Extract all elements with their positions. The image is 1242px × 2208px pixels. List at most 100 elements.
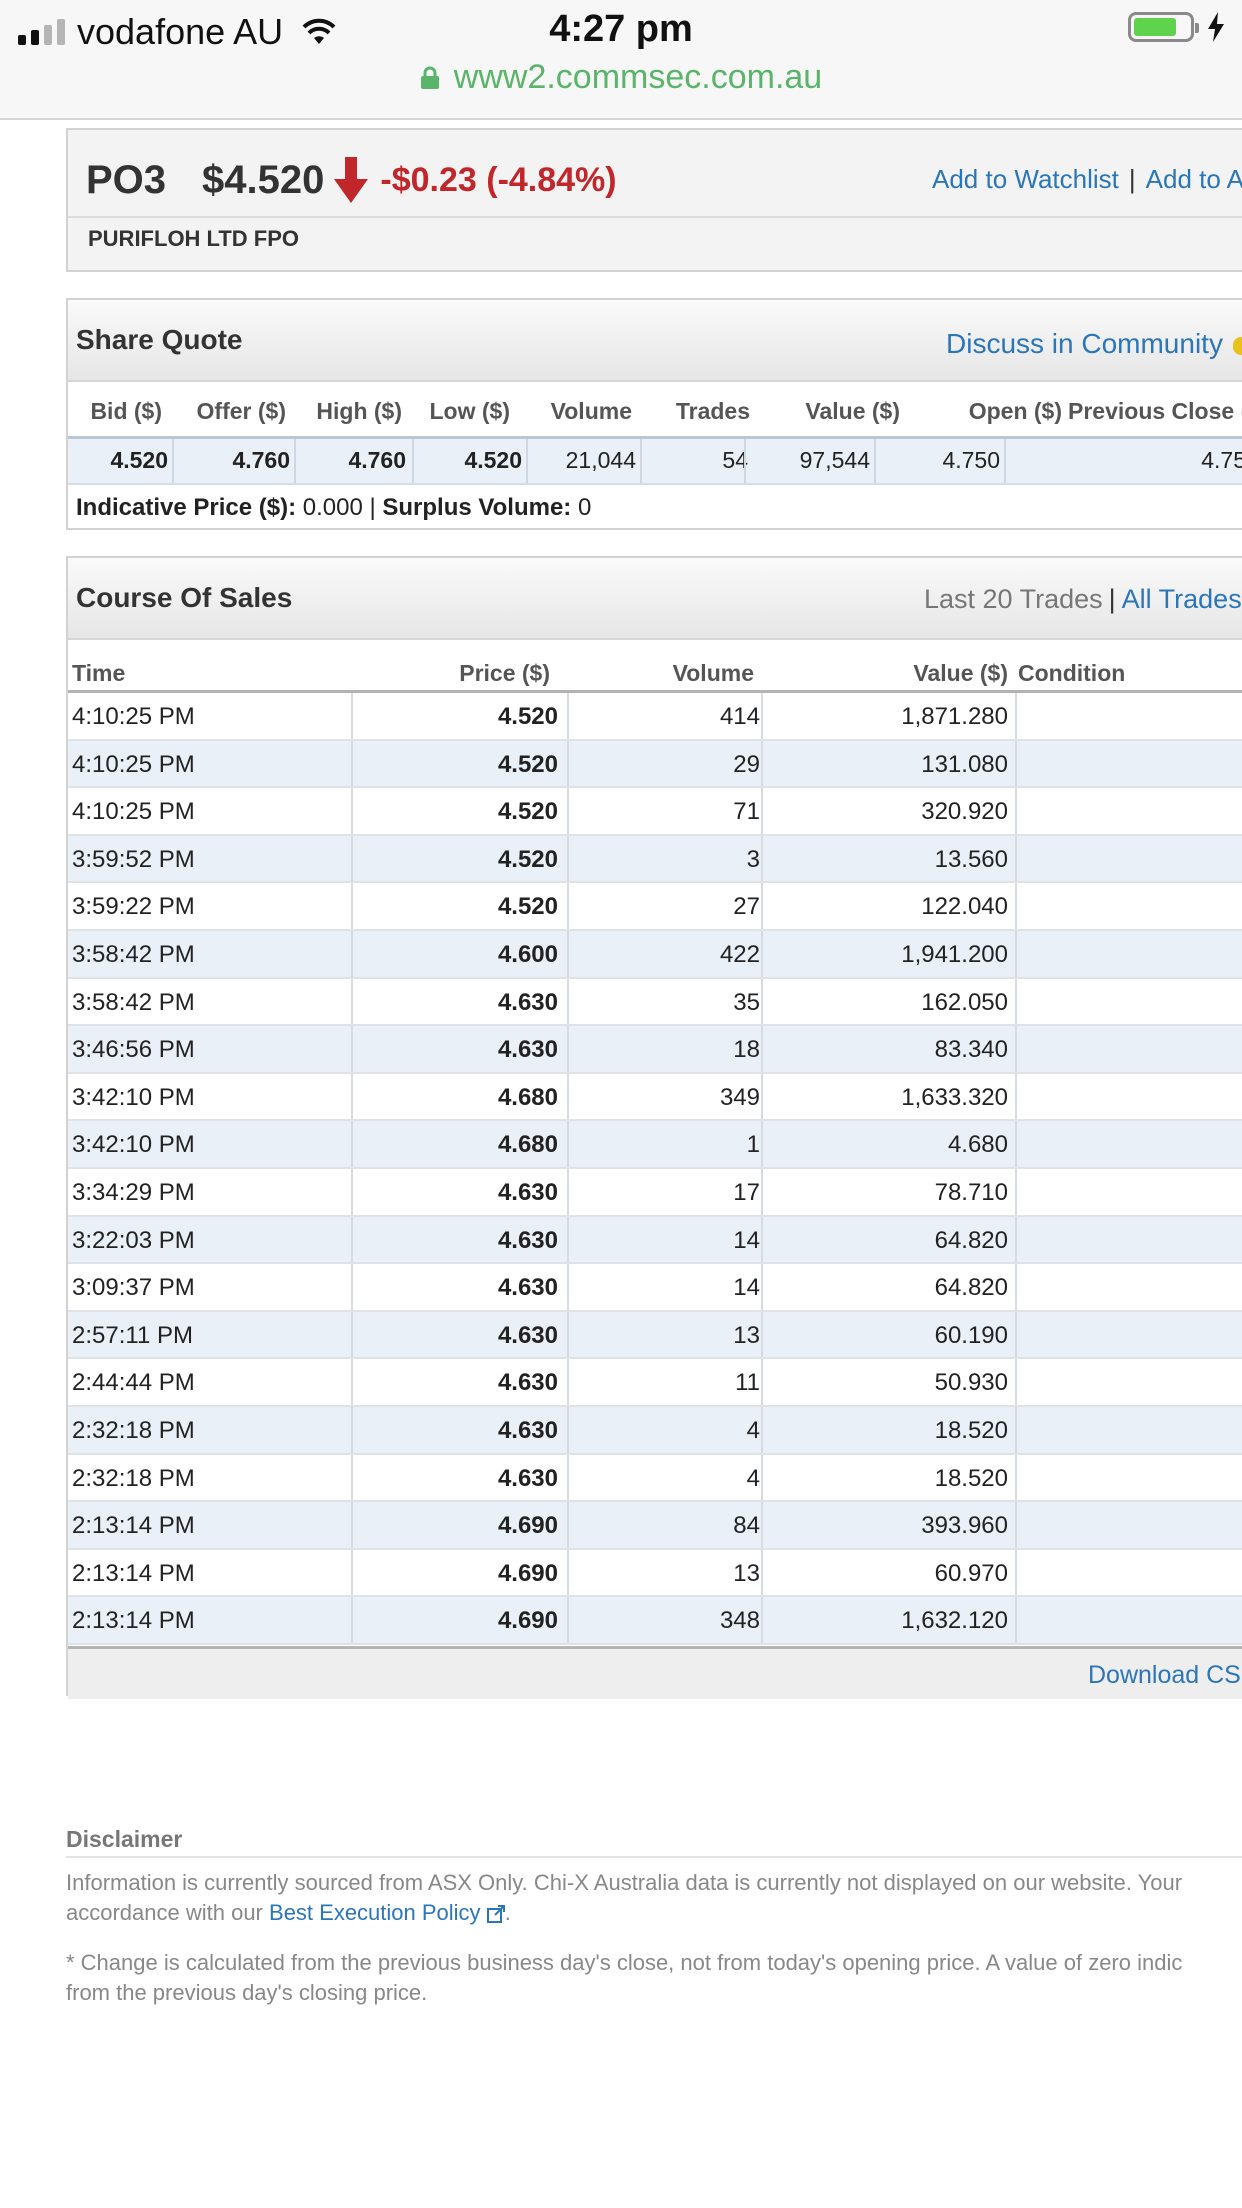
add-to-alerts-link[interactable]: Add to Al — [1146, 164, 1242, 194]
cell-volume: 4 — [746, 1464, 760, 1492]
cell-volume: 17 — [733, 1178, 760, 1206]
cell-value: 78.710 — [934, 1178, 1008, 1206]
cell-volume: 29 — [733, 750, 760, 778]
cell-value: 60.970 — [934, 1559, 1008, 1587]
table-row: 3:22:03 PM 4.630 14 64.820 — [68, 1216, 1242, 1265]
cell-time: 2:13:14 PM — [72, 1512, 195, 1540]
cell-price: 4.690 — [497, 1512, 558, 1540]
cell-price: 4.630 — [497, 988, 558, 1016]
table-row: 3:42:10 PM 4.680 1 4.680 — [68, 1121, 1242, 1169]
table-row: 3:58:42 PM 4.600 422 1,941.200 — [68, 930, 1242, 979]
table-row: 3:42:10 PM 4.680 349 1,633.320 — [68, 1073, 1242, 1122]
sales-header-value: Value ($) — [913, 660, 1008, 686]
quote-volume: 21,044 — [565, 447, 636, 473]
cell-price: 4.520 — [497, 750, 558, 778]
header-divider — [68, 216, 1242, 218]
cell-price: 4.690 — [497, 1607, 558, 1635]
quote-low: 4.520 — [464, 447, 522, 473]
cell-volume: 349 — [719, 1083, 760, 1111]
download-csv-link[interactable]: Download CS — [1088, 1661, 1241, 1690]
quote-trades: 54 — [722, 447, 748, 473]
cell-time: 3:58:42 PM — [72, 988, 195, 1016]
cell-value: 18.520 — [934, 1464, 1008, 1492]
cell-volume: 4 — [746, 1416, 760, 1444]
cell-price: 4.630 — [497, 1274, 558, 1302]
price-row: PO3 $4.520 -$0.23 (-4.84%) — [86, 150, 617, 210]
all-trades-link[interactable]: All Trades — [1122, 584, 1242, 614]
table-row: 2:32:18 PM 4.630 4 18.520 — [68, 1454, 1242, 1503]
table-row: 3:46:56 PM 4.630 18 83.340 — [68, 1026, 1242, 1074]
cell-time: 2:13:14 PM — [72, 1559, 195, 1587]
last-price: $4.520 — [202, 157, 325, 202]
down-arrow-icon — [334, 157, 369, 203]
quote-offer: 4.760 — [232, 447, 290, 473]
cell-time: 4:10:25 PM — [72, 703, 195, 730]
share-quote-title: Share Quote — [76, 324, 243, 355]
best-execution-policy-link[interactable]: Best Execution Policy — [269, 1900, 505, 1925]
quote-header-low: Low ($) — [429, 398, 511, 424]
cell-value: 4.680 — [947, 1131, 1008, 1159]
cell-price: 4.630 — [497, 1369, 558, 1397]
best-execution-policy-label: Best Execution Policy — [269, 1900, 481, 1925]
quote-header-offer: Offer ($) — [196, 398, 286, 424]
quote-header-bid: Bid ($) — [90, 398, 162, 424]
disclaimer-p1-suffix: . — [504, 1900, 511, 1925]
cell-volume: 35 — [733, 988, 760, 1016]
cell-value: 131.080 — [921, 750, 1008, 778]
cell-time: 2:44:44 PM — [72, 1369, 195, 1397]
trades-filter: Last 20 Trades | All Trades — [924, 584, 1242, 615]
cell-price: 4.630 — [497, 1464, 558, 1492]
cell-time: 3:09:37 PM — [72, 1274, 195, 1302]
header-actions: Add to Watchlist | Add to Al — [932, 164, 1242, 195]
table-row: 2:44:44 PM 4.630 11 50.930 — [68, 1359, 1242, 1407]
trades-filter-separator: | — [1108, 584, 1116, 614]
cell-time: 2:32:18 PM — [72, 1464, 195, 1492]
cell-time: 2:13:14 PM — [72, 1607, 195, 1635]
cell-value: 122.040 — [921, 893, 1008, 921]
disclaimer-paragraph-1: Information is currently sourced from AS… — [66, 1868, 1242, 1928]
disclaimer-p1-prefix: accordance with our — [66, 1900, 263, 1925]
add-to-watchlist-link[interactable]: Add to Watchlist — [932, 164, 1119, 194]
cell-value: 1,633.320 — [901, 1083, 1008, 1111]
table-row: 4:10:25 PM 4.520 29 131.080 — [68, 740, 1242, 789]
cell-value: 83.340 — [934, 1036, 1008, 1064]
cell-price: 4.680 — [497, 1131, 558, 1159]
cell-time: 3:34:29 PM — [72, 1178, 195, 1206]
cell-price: 4.630 — [497, 1416, 558, 1444]
quote-values-row: 4.520 4.760 4.760 4.520 21,044 54 97,544… — [68, 436, 1242, 485]
cell-time: 3:58:42 PM — [72, 940, 195, 968]
table-row: 2:57:11 PM 4.630 13 60.190 — [68, 1311, 1242, 1360]
lock-icon — [420, 66, 439, 89]
cell-price: 4.630 — [497, 1178, 558, 1206]
discuss-in-community-link[interactable]: Discuss in Community — [946, 328, 1242, 360]
cell-price: 4.630 — [497, 1321, 558, 1349]
table-row: 4:10:25 PM 4.520 71 320.920 — [68, 788, 1242, 836]
cell-time: 3:59:52 PM — [72, 845, 195, 873]
cell-volume: 3 — [746, 845, 760, 873]
cell-value: 50.930 — [934, 1369, 1008, 1397]
quote-header-high: High ($) — [316, 398, 402, 424]
last-20-trades-label: Last 20 Trades — [924, 584, 1103, 614]
disclaimer-divider — [66, 1856, 1242, 1858]
cell-price: 4.680 — [497, 1083, 558, 1111]
table-row: 3:09:37 PM 4.630 14 64.820 — [68, 1264, 1242, 1312]
sales-header-price: Price ($) — [459, 660, 550, 686]
company-name: PURIFLOH LTD FPO — [88, 226, 300, 251]
quote-value: 97,544 — [799, 447, 870, 473]
quote-previous-close: 4.75 — [1201, 447, 1242, 473]
cell-volume: 14 — [733, 1226, 760, 1254]
quote-header-volume: Volume — [550, 398, 632, 424]
cell-value: 1,632.120 — [901, 1607, 1008, 1635]
quote-high: 4.760 — [348, 447, 406, 473]
cell-volume: 13 — [733, 1321, 760, 1349]
cell-price: 4.630 — [497, 1226, 558, 1254]
course-of-sales-title: Course Of Sales — [76, 582, 293, 613]
status-time: 4:27 pm — [549, 8, 693, 50]
indicative-price-label: Indicative Price ($): — [76, 494, 297, 521]
cell-volume: 11 — [735, 1369, 760, 1397]
cell-value: 393.960 — [921, 1512, 1008, 1540]
cell-time: 3:42:10 PM — [72, 1083, 195, 1111]
address-bar[interactable]: www2.commsec.com.au — [0, 58, 1242, 97]
share-quote-title-bar: Share Quote Discuss in Community — [68, 300, 1242, 382]
sales-header-condition: Condition — [1018, 660, 1126, 686]
